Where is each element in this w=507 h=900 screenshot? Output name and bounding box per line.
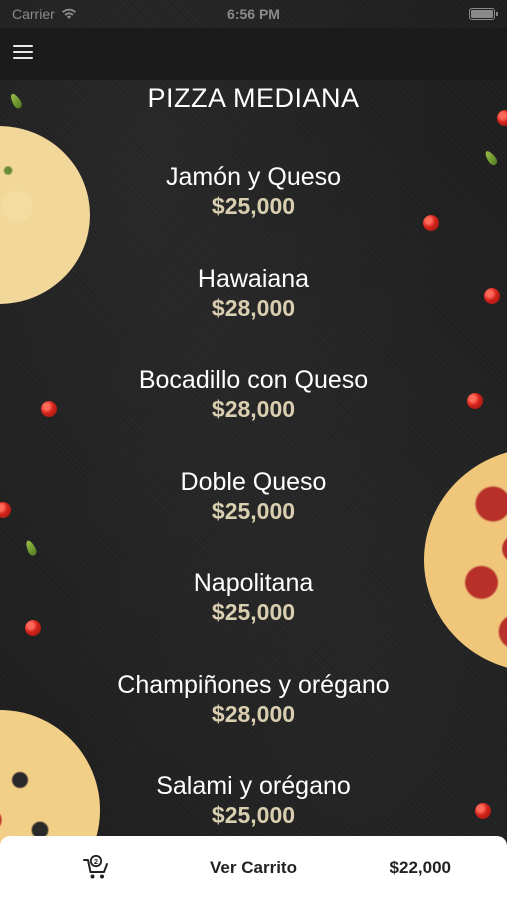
item-price: $25,000 <box>211 599 296 625</box>
menu-list: Jamón y Queso $25,000 Hawaiana $28,000 B… <box>0 162 507 873</box>
battery-icon <box>469 8 498 20</box>
item-price: $25,000 <box>211 802 296 828</box>
menu-item-jamon-y-queso[interactable]: Jamón y Queso $25,000 <box>0 162 507 264</box>
menu-item-hawaiana[interactable]: Hawaiana $28,000 <box>0 264 507 366</box>
menu-content: PIZZA MEDIANA Jamón y Queso $25,000 Hawa… <box>0 80 507 836</box>
item-name: Champiñones y orégano <box>117 670 390 699</box>
cart-bar: 2 Ver Carrito $22,000 <box>0 836 507 900</box>
item-price: $28,000 <box>211 294 296 321</box>
item-name: Jamón y Queso <box>165 163 342 191</box>
menu-item-bocadillo-con-queso[interactable]: Bocadillo con Queso $28,000 <box>0 365 507 467</box>
app-screen: Carrier 6:56 PM PIZZA MEDIANA Jamón y Qu… <box>0 0 507 900</box>
cart-total: $22,000 <box>389 858 451 877</box>
item-price: $25,000 <box>211 193 296 219</box>
item-price: $28,000 <box>211 700 296 727</box>
menu-item-napolitana[interactable]: Napolitana $25,000 <box>0 568 507 670</box>
item-price: $28,000 <box>211 396 296 422</box>
status-time: 6:56 PM <box>227 6 280 22</box>
navigation-bar <box>0 28 507 80</box>
hamburger-menu-icon[interactable] <box>13 44 33 60</box>
item-price: $25,000 <box>211 497 296 524</box>
item-name: Doble Queso <box>180 467 327 496</box>
item-name: Bocadillo con Queso <box>138 366 369 394</box>
item-name: Hawaiana <box>197 264 310 293</box>
menu-item-champinones-y-oregano[interactable]: Champiñones y orégano $28,000 <box>0 670 507 772</box>
item-name: Salami y orégano <box>156 772 351 800</box>
status-bar: Carrier 6:56 PM <box>0 0 507 28</box>
item-name: Napolitana <box>193 569 314 597</box>
menu-item-doble-queso[interactable]: Doble Queso $25,000 <box>0 467 507 569</box>
page-title: PIZZA MEDIANA <box>147 83 360 113</box>
